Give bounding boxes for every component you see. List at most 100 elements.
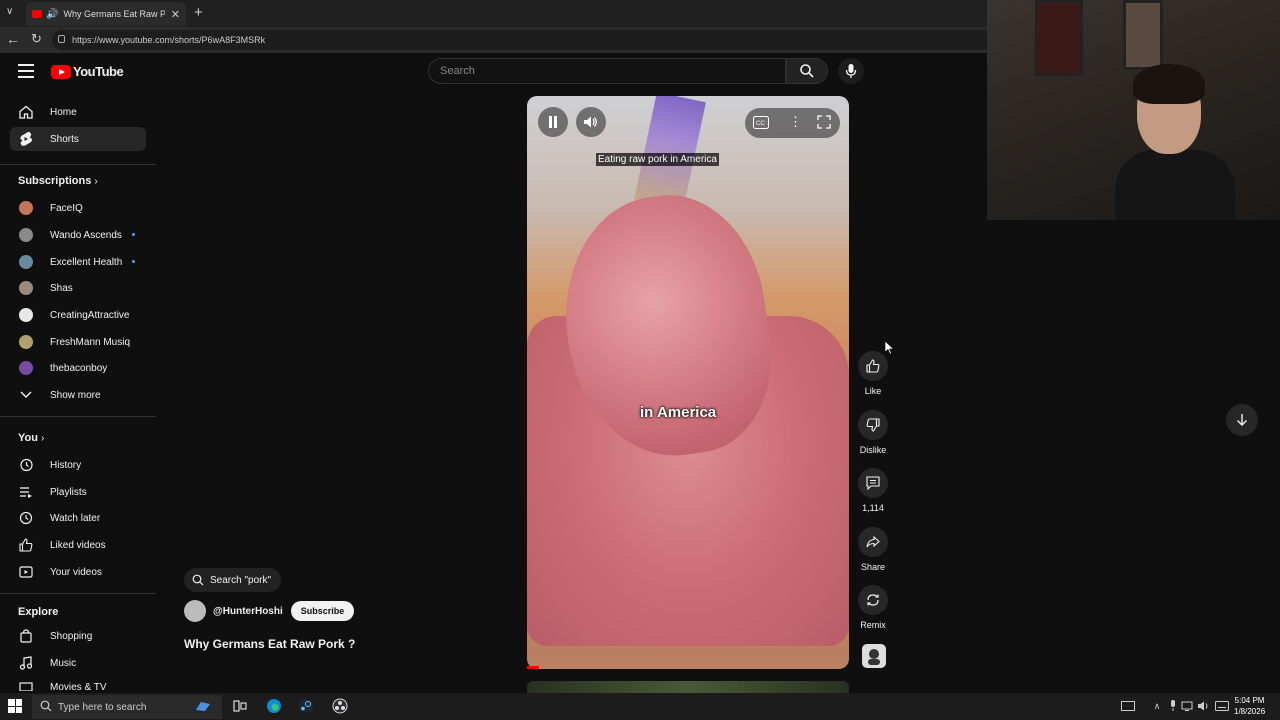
task-view-icon[interactable] [231, 697, 249, 715]
video-controls-group: CC ⋮ [745, 108, 840, 138]
url-text: https://www.youtube.com/shorts/P6wA8F3MS… [72, 35, 266, 45]
your-videos-icon [18, 564, 34, 580]
keyboard-icon[interactable] [1213, 697, 1231, 715]
sidebar-item-thebaconboy[interactable]: thebaconboy [10, 356, 146, 380]
sidebar-item-music[interactable]: Music [10, 651, 146, 675]
system-clock[interactable]: 5:04 PM 1/8/2026 [1234, 695, 1265, 717]
shorts-video-player[interactable] [527, 96, 849, 669]
subscriptions-heading[interactable]: Subscriptions › [18, 175, 98, 187]
microphone-icon [845, 64, 857, 78]
video-caption-mid: in America [640, 404, 717, 421]
sidebar-item-your-videos[interactable]: Your videos [10, 560, 146, 584]
next-video-button[interactable] [1226, 404, 1258, 436]
sidebar-item-label: Music [50, 657, 77, 669]
sidebar-item-faceiq[interactable]: FaceIQ [10, 196, 146, 220]
comments-button[interactable]: 1,114 [857, 468, 889, 513]
sidebar-divider [0, 593, 156, 594]
sidebar-item-home[interactable]: Home [10, 100, 146, 124]
fullscreen-icon[interactable] [817, 115, 831, 134]
tab-list-chevron-icon[interactable]: ∨ [6, 6, 13, 17]
sidebar-item-label: Home [50, 106, 77, 118]
share-label: Share [860, 562, 886, 572]
speaker-icon[interactable]: 🔊 [46, 9, 58, 20]
video-title[interactable]: Why Germans Eat Raw Pork ? [184, 637, 355, 651]
sidebar-item-freshmann-musiq[interactable]: FreshMann Musiq [10, 330, 146, 354]
tab-title: Why Germans Eat Raw Pork ? [63, 9, 165, 19]
comments-count: 1,114 [862, 503, 884, 513]
voice-search-button[interactable] [838, 58, 864, 84]
share-icon [866, 536, 880, 548]
copilot-icon[interactable] [194, 697, 212, 715]
youtube-play-icon [51, 64, 71, 79]
you-heading[interactable]: You › [18, 432, 44, 444]
search-icon [800, 64, 814, 78]
sidebar-item-shopping[interactable]: Shopping [10, 624, 146, 648]
volume-icon [584, 116, 597, 128]
search-suggestion-chip[interactable]: Search "pork" [184, 568, 282, 592]
streamer [1115, 64, 1235, 220]
sidebar-item-excellent-health[interactable]: Excellent Health [10, 250, 146, 274]
clock-time: 5:04 PM [1234, 696, 1265, 705]
more-options-icon[interactable]: ⋮ [789, 115, 802, 129]
captions-icon[interactable]: CC [753, 116, 769, 134]
channel-avatar-button[interactable] [862, 644, 886, 668]
sidebar-item-label: CreatingAttractive [50, 309, 130, 321]
edge-browser-icon[interactable] [265, 697, 283, 715]
chevron-down-icon [18, 387, 34, 403]
volume-tray-icon[interactable] [1195, 697, 1213, 715]
menu-icon[interactable] [18, 64, 34, 78]
pause-button[interactable] [538, 107, 568, 137]
sidebar-item-label: Shas [50, 282, 73, 294]
like-label: Like [864, 386, 882, 396]
sidebar-item-creatingattractive[interactable]: CreatingAttractive [10, 303, 146, 327]
like-button[interactable]: Like [857, 351, 889, 396]
obs-icon[interactable] [331, 697, 349, 715]
new-tab-button[interactable]: + [194, 4, 203, 21]
url-field[interactable]: https://www.youtube.com/shorts/P6wA8F3MS… [52, 30, 987, 50]
network-icon[interactable] [1178, 697, 1196, 715]
dislike-label: Dislike [859, 445, 887, 455]
webcam-overlay [987, 0, 1280, 220]
back-arrow-icon[interactable]: ← [6, 31, 20, 47]
thumbs-up-icon [866, 359, 880, 373]
sidebar-item-playlists[interactable]: Playlists [10, 480, 146, 504]
search-input[interactable]: Search [428, 58, 786, 84]
volume-button[interactable] [576, 107, 606, 137]
notification-badge-icon[interactable] [1119, 697, 1137, 715]
share-button[interactable]: Share [857, 527, 889, 572]
channel-avatar [19, 201, 33, 215]
windows-start-icon[interactable] [8, 699, 22, 713]
new-content-dot [132, 233, 135, 236]
video-progress-bar[interactable] [527, 666, 539, 669]
shopping-icon [18, 628, 34, 644]
sidebar-item-liked-videos[interactable]: Liked videos [10, 533, 146, 557]
steam-icon[interactable] [297, 697, 315, 715]
show-more-button[interactable]: Show more [10, 383, 146, 407]
youtube-logo[interactable]: YouTube [51, 64, 124, 79]
next-short-preview[interactable] [527, 681, 849, 693]
remix-label: Remix [860, 620, 886, 630]
logo-text: YouTube [73, 64, 124, 79]
close-tab-icon[interactable]: ✕ [171, 8, 180, 21]
channel-name[interactable]: @HunterHoshi [213, 606, 283, 617]
reload-icon[interactable]: ↻ [31, 31, 42, 47]
sidebar-item-label: FreshMann Musiq [50, 336, 131, 348]
channel-avatar-icon [868, 649, 880, 665]
search-button[interactable] [786, 58, 828, 84]
subscribe-button[interactable]: Subscribe [290, 601, 355, 621]
remix-button[interactable]: Remix [857, 585, 889, 630]
sidebar-item-history[interactable]: History [10, 453, 146, 477]
sidebar-item-movies-tv[interactable]: Movies & TV [10, 677, 146, 693]
channel-avatar[interactable] [184, 600, 206, 622]
wall-poster [1123, 0, 1163, 70]
dislike-button[interactable]: Dislike [857, 410, 889, 455]
sidebar-item-label: FaceIQ [50, 202, 83, 214]
sidebar-item-shorts[interactable]: Shorts [10, 127, 146, 151]
sidebar-item-watch-later[interactable]: Watch later [10, 506, 146, 530]
history-icon [18, 457, 34, 473]
sidebar-item-wando-ascends[interactable]: Wando Ascends [10, 223, 146, 247]
sidebar-item-shas[interactable]: Shas [10, 276, 146, 300]
movies-icon [18, 677, 34, 693]
browser-tab[interactable]: 🔊 Why Germans Eat Raw Pork ? ✕ [26, 2, 186, 26]
sidebar-item-label: History [50, 459, 82, 471]
